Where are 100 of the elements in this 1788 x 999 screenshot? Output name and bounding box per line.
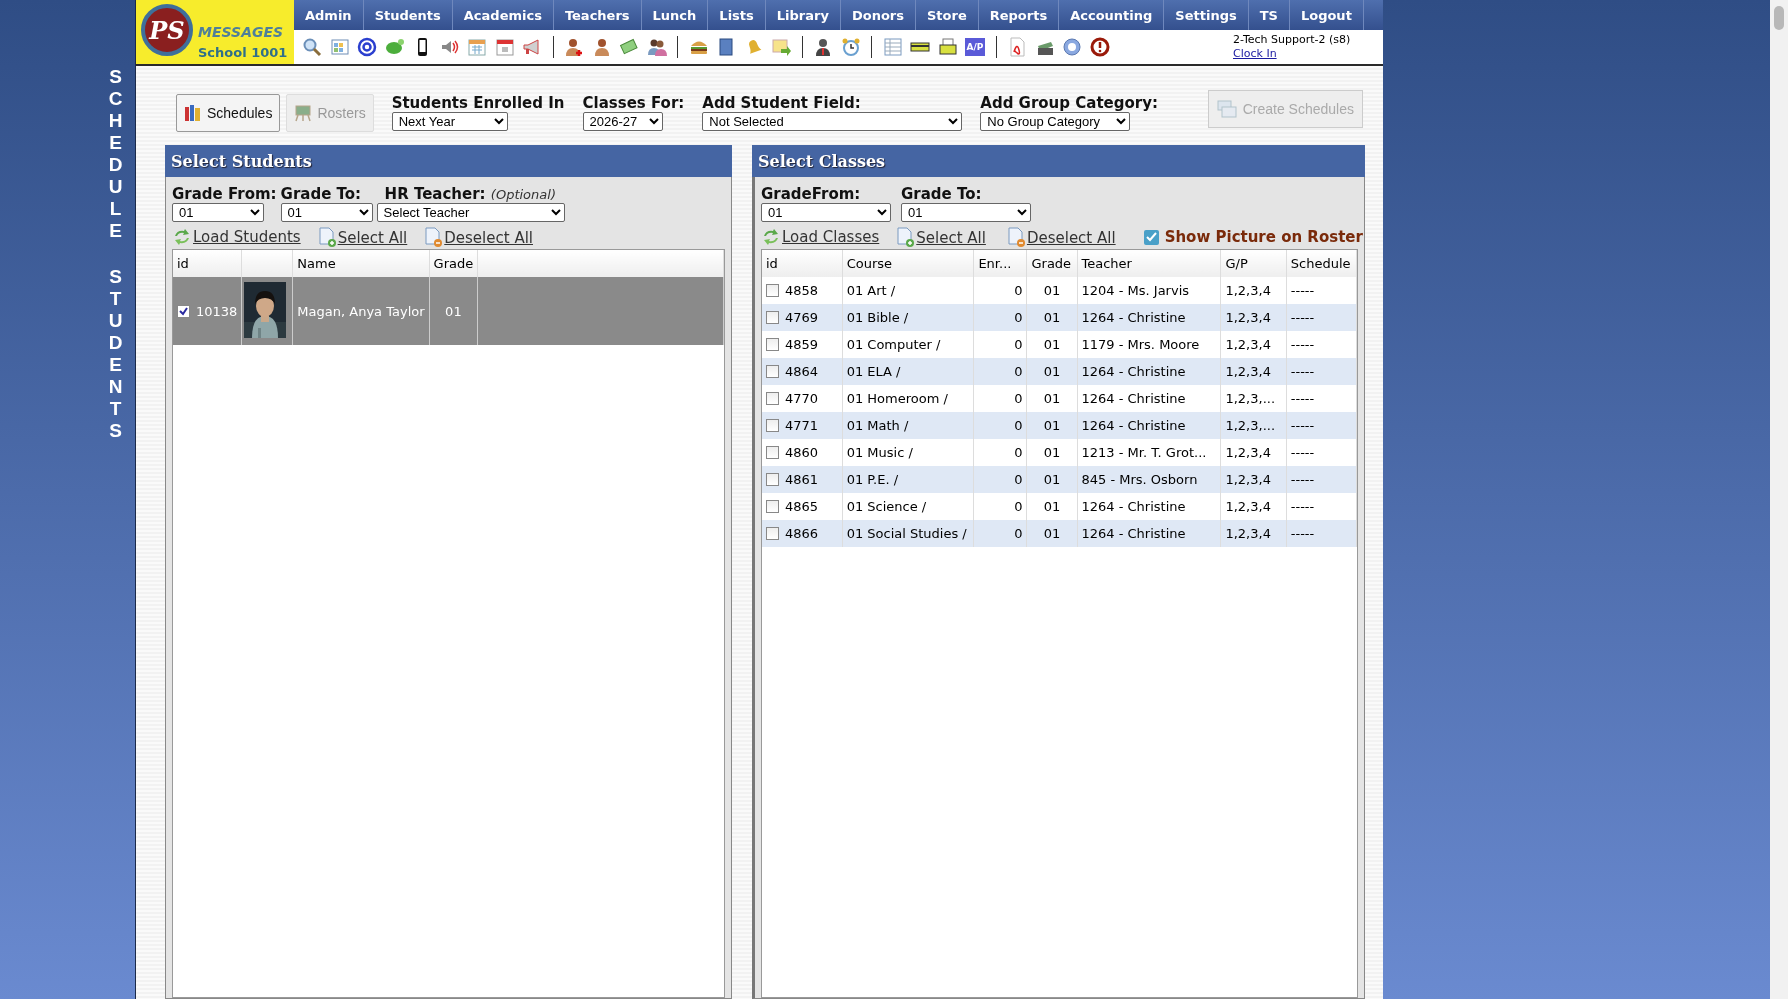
alarm-clock-icon[interactable] (840, 37, 861, 57)
table-cell: Magan, Anya Taylor (292, 277, 430, 345)
menu-item[interactable]: Store (915, 0, 979, 30)
checkbox[interactable] (1143, 229, 1159, 245)
menu-item[interactable]: Library (765, 0, 841, 30)
calendar-icon[interactable] (467, 37, 487, 57)
table-cell: 1264 - Christine (1077, 304, 1221, 331)
pdf-icon[interactable] (1007, 37, 1027, 57)
menu-item[interactable]: Academics (452, 0, 554, 30)
deselect-link[interactable]: Deselect All (425, 227, 537, 247)
field-label: Grade To: (901, 185, 983, 203)
table-cell: 0 (973, 304, 1027, 331)
class-row[interactable]: 4866 01 Social Studies / 0 01 1264 - Christine 1,2,3,4 ----- (762, 520, 1357, 547)
menu-item[interactable]: Settings (1164, 0, 1249, 30)
select-field[interactable]: 01 (172, 203, 264, 222)
panel-header: Select Students (165, 145, 732, 177)
vertical-title: SCHEDULE (107, 66, 124, 242)
column-header: Grade (429, 250, 478, 277)
easel-icon (294, 104, 313, 122)
grid-icon[interactable] (329, 37, 350, 57)
class-row[interactable]: 4864 01 ELA / 0 01 1264 - Christine 1,2,3,4 ----- (762, 358, 1357, 385)
field-label: Add Student Field: (702, 94, 862, 112)
document-plus-icon (897, 227, 916, 247)
select-field[interactable]: Next Year (391, 112, 508, 131)
select-link[interactable]: Select All (897, 227, 990, 247)
row-checkbox[interactable] (766, 527, 779, 540)
school-name: School 1001 (198, 45, 288, 60)
table-cell: 845 - Mrs. Osborn (1077, 466, 1221, 493)
calendar-icon[interactable] (494, 37, 515, 57)
select-field[interactable]: 2026-27 (582, 112, 663, 131)
refresh-icon (761, 228, 781, 246)
table-cell: ----- (1286, 520, 1357, 547)
checkbox-label: Show Picture on Roster (1164, 228, 1363, 246)
scrollbar-thumb[interactable] (1774, 6, 1784, 30)
load-link[interactable]: Load Classes (761, 228, 884, 246)
chat-icon[interactable] (384, 37, 405, 57)
column-header: Schedule (1286, 250, 1357, 277)
document-plus-icon (318, 227, 337, 247)
row-checkbox[interactable] (766, 338, 779, 351)
row-checkbox[interactable] (766, 473, 779, 486)
row-checkbox[interactable] (766, 365, 779, 378)
row-checkbox[interactable] (766, 500, 779, 513)
book-icon[interactable] (716, 37, 736, 57)
load-link[interactable]: Load Students (172, 228, 305, 246)
table-icon[interactable] (882, 37, 903, 57)
scrollbar[interactable] (1770, 0, 1788, 999)
field-label: Add Group Category: (980, 94, 1158, 112)
column-header: id (762, 250, 843, 277)
table-cell: 0 (973, 520, 1027, 547)
table-cell: 01 (1027, 304, 1077, 331)
person-plus-icon[interactable] (564, 37, 584, 57)
column-header: Grade (1027, 250, 1077, 277)
person-icon[interactable] (813, 37, 833, 57)
table-cell: 01 Social Studies / (842, 520, 974, 547)
field-label: Students Enrolled In (391, 94, 565, 112)
megaphone-icon[interactable] (522, 37, 542, 57)
select-field[interactable]: 01 (901, 203, 1031, 222)
menu-item[interactable]: Lists (708, 0, 766, 30)
printer-icon[interactable] (937, 37, 958, 57)
select-field[interactable]: 01 (761, 203, 891, 222)
row-checkbox[interactable] (177, 304, 190, 318)
menu-item[interactable]: Logout (1289, 0, 1364, 30)
row-checkbox[interactable] (766, 311, 779, 324)
select-field[interactable]: No Group Category (980, 112, 1131, 131)
menu-item[interactable]: TS (1248, 0, 1290, 30)
menu-item[interactable]: Students (363, 0, 453, 30)
menu-item[interactable]: Donors (840, 0, 916, 30)
table-cell: ----- (1286, 304, 1357, 331)
menu-item[interactable]: Teachers (553, 0, 642, 30)
menu-item[interactable]: Accounting (1059, 0, 1165, 30)
field-label: Classes For: (582, 94, 685, 112)
search-icon[interactable] (302, 37, 322, 57)
select-field[interactable]: Not Selected (702, 112, 963, 131)
table-cell: 01 (1027, 358, 1077, 385)
clock-in-link[interactable]: Clock In (1233, 47, 1383, 61)
row-checkbox[interactable] (766, 446, 779, 459)
refresh-icon (172, 228, 192, 246)
schedules-button[interactable]: Schedules (176, 94, 281, 132)
document-minus-icon (425, 227, 444, 247)
logo-name: MESSAGES (198, 24, 284, 40)
class-row[interactable]: 4861 01 P.E. / 0 01 845 - Mrs. Osborn 1,2,3,4 ----- (762, 466, 1357, 493)
select-link[interactable]: Select All (318, 227, 412, 247)
row-checkbox[interactable] (766, 284, 779, 297)
row-checkbox[interactable] (766, 392, 779, 405)
select-field[interactable]: 01 (280, 203, 373, 222)
deselect-link[interactable]: Deselect All (1007, 227, 1120, 247)
menu-item[interactable]: Admin (294, 0, 364, 30)
menu-item[interactable]: Lunch (641, 0, 709, 30)
ap-icon[interactable]: A/P (965, 38, 985, 56)
table-cell: 0 (973, 358, 1027, 385)
menu-item[interactable]: Reports (978, 0, 1060, 30)
class-row[interactable]: 4769 01 Bible / 0 01 1264 - Christine 1,2,3,4 ----- (762, 304, 1357, 331)
row-checkbox[interactable] (766, 419, 779, 432)
select-field[interactable]: Select Teacher (376, 203, 565, 222)
class-row[interactable]: 4771 01 Math / 0 01 1264 - Christine 1,2,3,... ----- (762, 412, 1357, 439)
people-icon[interactable] (646, 37, 667, 57)
note-arrow-icon[interactable] (771, 37, 791, 57)
stop-icon[interactable] (1089, 37, 1110, 57)
table-cell: 01 Bible / (842, 304, 974, 331)
table-cell: 10138 (196, 303, 238, 319)
